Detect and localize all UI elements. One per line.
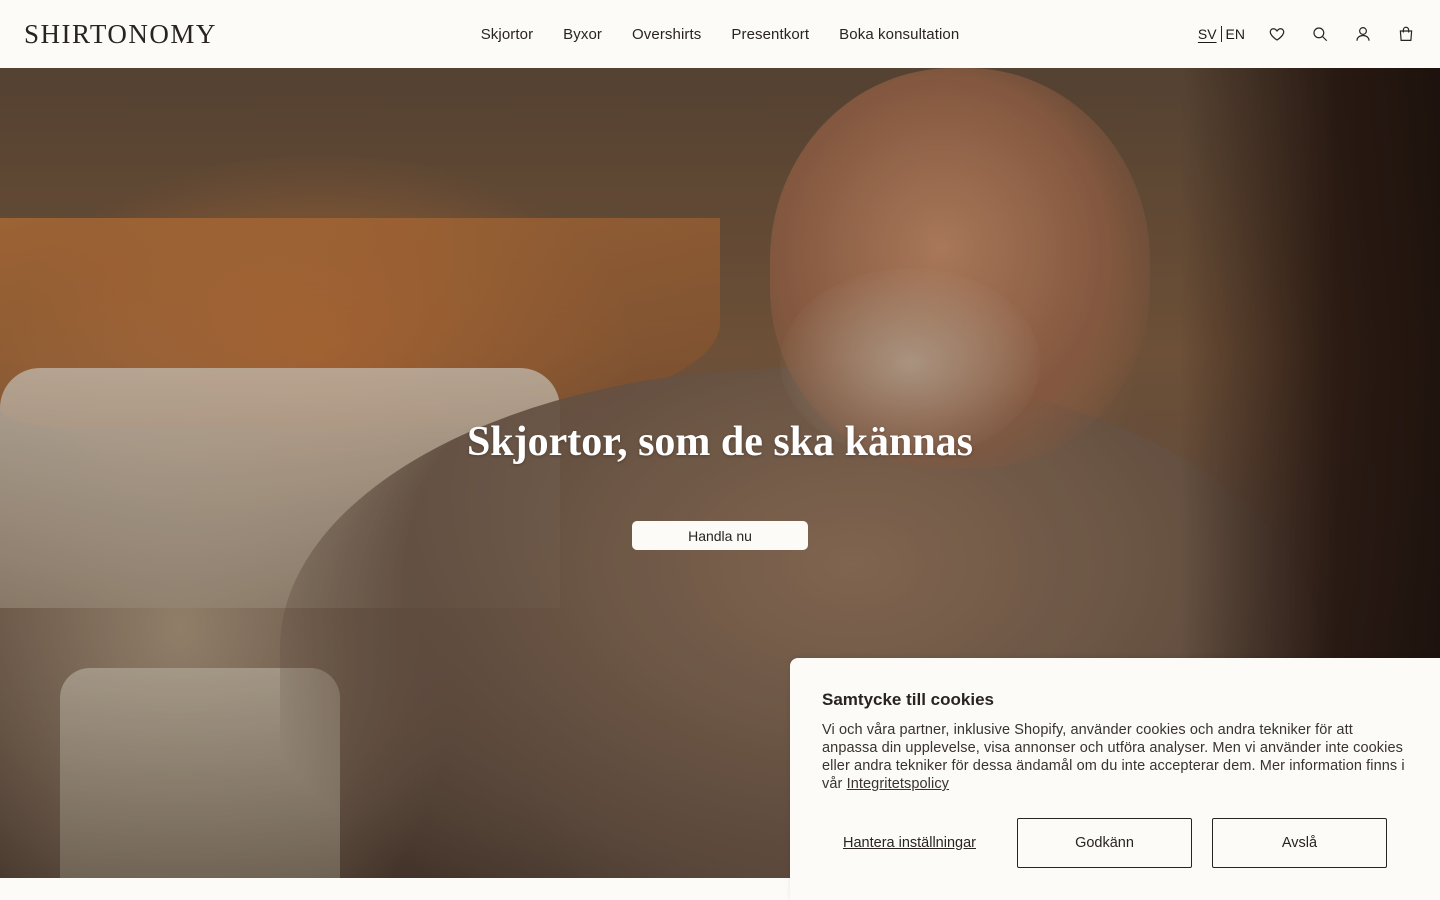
header-actions: SV EN	[1198, 0, 1416, 68]
lang-en[interactable]: EN	[1226, 26, 1245, 42]
language-switcher: SV EN	[1198, 26, 1245, 42]
nav-item-skjortor[interactable]: Skjortor	[481, 26, 533, 43]
logo[interactable]: SHIRTONOMY	[24, 19, 217, 50]
main-nav: Skjortor Byxor Overshirts Presentkort Bo…	[481, 0, 960, 68]
cookie-text: Vi och våra partner, inklusive Shopify, …	[822, 721, 1408, 793]
hero-title: Skjortor, som de ska kännas	[466, 419, 974, 465]
shop-now-button[interactable]: Handla nu	[632, 521, 808, 550]
lang-sv[interactable]: SV	[1198, 26, 1217, 42]
cookie-actions: Hantera inställningar Godkänn Avslå	[822, 818, 1387, 868]
manage-settings-button[interactable]: Hantera inställningar	[822, 835, 997, 852]
nav-item-presentkort[interactable]: Presentkort	[731, 26, 809, 43]
nav-item-byxor[interactable]: Byxor	[563, 26, 602, 43]
nav-item-overshirts[interactable]: Overshirts	[632, 26, 701, 43]
cookie-consent-banner: Samtycke till cookies Vi och våra partne…	[790, 658, 1440, 900]
account-icon[interactable]	[1353, 24, 1373, 44]
nav-item-boka-konsultation[interactable]: Boka konsultation	[839, 26, 959, 43]
bag-icon[interactable]	[1396, 24, 1416, 44]
search-icon[interactable]	[1310, 24, 1330, 44]
privacy-policy-link[interactable]: Integritetspolicy	[847, 776, 949, 792]
cookie-title: Samtycke till cookies	[822, 690, 994, 709]
accept-button[interactable]: Godkänn	[1017, 818, 1192, 868]
lang-divider	[1220, 26, 1222, 42]
site-header: SHIRTONOMY Skjortor Byxor Overshirts Pre…	[0, 0, 1440, 68]
decline-button[interactable]: Avslå	[1212, 818, 1387, 868]
heart-icon[interactable]	[1267, 24, 1287, 44]
